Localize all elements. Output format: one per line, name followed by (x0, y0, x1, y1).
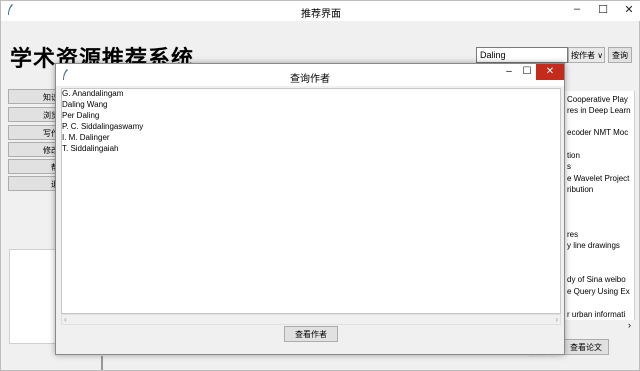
horizontal-scrollbar[interactable]: › (563, 320, 635, 332)
list-item[interactable]: Cooperative Play (567, 95, 628, 104)
list-item[interactable]: ecoder NMT Moc (567, 128, 628, 137)
list-item[interactable]: s (567, 162, 571, 171)
list-item[interactable]: res in Deep Learn (567, 106, 631, 115)
paper-list[interactable]: Cooperative Play res in Deep Learn ecode… (563, 91, 635, 331)
search-button[interactable]: 查询 (608, 47, 632, 63)
list-item[interactable]: res (567, 230, 578, 239)
query-author-dialog: 查询作者 – ☐ ✕ G. Anandalingam Daling Wang P… (55, 63, 565, 355)
list-item[interactable]: G. Anandalingam (62, 89, 123, 98)
chevron-right-icon[interactable]: › (628, 320, 631, 330)
list-item[interactable]: e Query Using Ex (567, 287, 630, 296)
chevron-right-icon[interactable]: › (555, 315, 558, 324)
list-item[interactable]: I. M. Dalinger (62, 133, 110, 142)
dialog-titlebar[interactable]: 查询作者 – ☐ ✕ (56, 64, 564, 86)
close-icon[interactable]: ✕ (536, 64, 564, 80)
search-input[interactable]: Daling (476, 47, 568, 63)
window-title: 推荐界面 (301, 9, 341, 20)
author-list[interactable]: G. Anandalingam Daling Wang Per Daling P… (61, 88, 561, 314)
horizontal-scrollbar[interactable]: ‹ › (61, 314, 561, 325)
divider (101, 356, 103, 370)
list-item[interactable]: Per Daling (62, 111, 99, 120)
close-icon[interactable]: ✕ (623, 3, 635, 16)
list-item[interactable]: Daling Wang (62, 100, 108, 109)
list-item[interactable]: e Wavelet Project (567, 174, 629, 183)
maximize-icon[interactable]: ☐ (597, 3, 609, 16)
minimize-icon[interactable]: – (500, 64, 518, 80)
left-menu: 知识 浏览 写作 修改 帮 退 (8, 89, 64, 191)
minimize-icon[interactable]: – (571, 3, 583, 16)
list-item[interactable]: ribution (567, 185, 593, 194)
list-item[interactable]: T. Siddalingaiah (62, 144, 118, 153)
list-item[interactable]: tion (567, 151, 580, 160)
search-type-select[interactable]: 按作者 ∨ (568, 47, 605, 63)
maximize-icon[interactable]: ☐ (518, 64, 536, 80)
chevron-left-icon[interactable]: ‹ (64, 315, 67, 324)
left-text-box[interactable] (9, 249, 57, 344)
view-author-button[interactable]: 查看作者 (284, 326, 338, 342)
list-item[interactable]: dy of Sina weibo (567, 275, 626, 284)
view-paper-button[interactable]: 查看论文 (563, 339, 609, 355)
main-titlebar[interactable]: 推荐界面 – ☐ ✕ (1, 1, 640, 21)
list-item[interactable]: y line drawings (567, 241, 620, 250)
list-item[interactable]: P. C. Siddalingaswamy (62, 122, 143, 131)
dialog-title: 查询作者 (290, 74, 330, 85)
list-item[interactable]: r urban informati (567, 310, 625, 319)
